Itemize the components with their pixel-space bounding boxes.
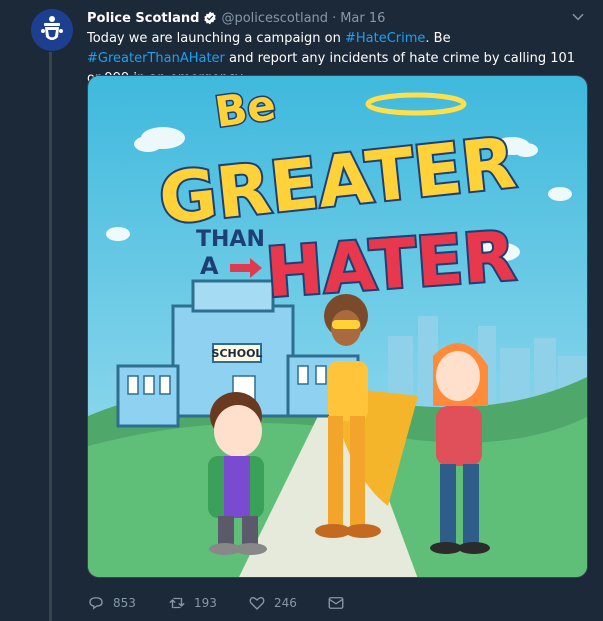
like-button[interactable]: 246 [248, 594, 327, 612]
hashtag-greaterthanahater-link[interactable]: #GreaterThanAHater [87, 51, 225, 66]
like-icon [249, 596, 265, 610]
avatar[interactable] [31, 9, 73, 51]
headline-a: A [200, 252, 219, 280]
reply-count: 853 [113, 596, 136, 610]
retweet-icon [169, 597, 185, 609]
tweet-actions: 853 193 246 [87, 592, 353, 614]
verified-badge-icon [204, 11, 217, 25]
headline-than: THAN [196, 227, 265, 252]
direct-message-button[interactable] [327, 594, 353, 612]
tweet-date[interactable]: Mar 16 [340, 11, 385, 26]
campaign-poster: SCHOOL Be GREATER THAN A HATER [88, 76, 587, 577]
hashtag-hatecrime-link[interactable]: #HateCrime [345, 31, 425, 46]
author-name[interactable]: Police Scotland [87, 11, 199, 26]
tweet-text-segment: Today we are launching a campaign on [87, 31, 345, 46]
reply-icon [89, 597, 103, 610]
direct-message-icon [328, 597, 344, 609]
thread-line [49, 52, 52, 621]
retweet-button[interactable]: 193 [168, 594, 248, 612]
police-scotland-crest-icon [31, 9, 73, 51]
tweet-text-segment: . Be [425, 31, 451, 46]
tweet-media-image[interactable]: SCHOOL Be GREATER THAN A HATER [87, 75, 588, 578]
chevron-down-icon[interactable] [571, 10, 585, 24]
tweet-header: Police Scotland @policescotland · Mar 16 [87, 8, 583, 28]
retweet-count: 193 [194, 596, 217, 610]
school-sign: SCHOOL [212, 347, 263, 360]
author-handle[interactable]: @policescotland [221, 11, 328, 26]
reply-button[interactable]: 853 [87, 594, 168, 612]
headline-be: Be [212, 80, 279, 137]
separator-dot: · [332, 10, 337, 26]
like-count: 246 [274, 596, 297, 610]
